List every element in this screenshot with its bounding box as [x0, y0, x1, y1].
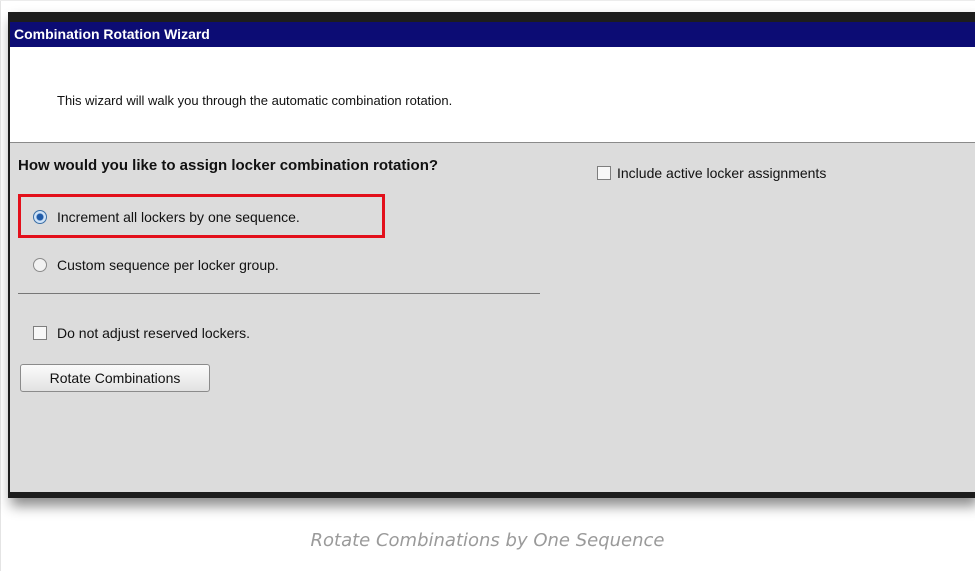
increment-radio[interactable]	[33, 210, 47, 224]
do-not-adjust-checkbox[interactable]	[33, 326, 47, 340]
page-edge-left	[0, 0, 1, 571]
include-active-checkbox[interactable]	[597, 166, 611, 180]
rotate-combinations-button[interactable]: Rotate Combinations	[20, 364, 210, 392]
page-edge-top	[0, 0, 975, 1]
rotation-question: How would you like to assign locker comb…	[18, 157, 439, 174]
include-active-option[interactable]: Include active locker assignments	[597, 165, 826, 181]
option-increment-by-one[interactable]: Increment all lockers by one sequence.	[33, 209, 300, 225]
include-active-label: Include active locker assignments	[617, 165, 827, 181]
intro-text: This wizard will walk you through the au…	[57, 93, 453, 108]
do-not-adjust-label: Do not adjust reserved lockers.	[57, 325, 250, 341]
wizard-title: Combination Rotation Wizard	[10, 22, 975, 47]
option-custom-sequence[interactable]: Custom sequence per locker group.	[33, 257, 279, 273]
screenshot-frame: Combination Rotation Wizard This wizard …	[8, 12, 975, 498]
increment-label: Increment all lockers by one sequence.	[57, 209, 300, 225]
custom-sequence-label: Custom sequence per locker group.	[57, 257, 279, 273]
figure-caption: Rotate Combinations by One Sequence	[310, 530, 665, 551]
section-divider	[18, 293, 540, 294]
custom-sequence-radio[interactable]	[33, 258, 47, 272]
do-not-adjust-option[interactable]: Do not adjust reserved lockers.	[33, 325, 250, 341]
intro-section: This wizard will walk you through the au…	[10, 47, 975, 143]
wizard-panel: Combination Rotation Wizard This wizard …	[10, 22, 975, 492]
